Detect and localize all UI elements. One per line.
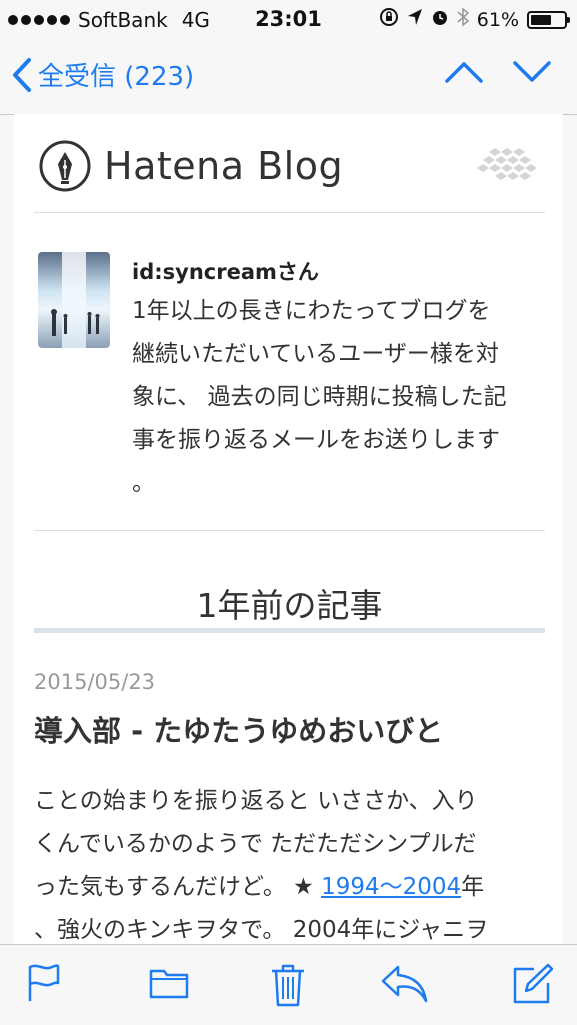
back-button[interactable]: 全受信 (223) (12, 56, 194, 93)
battery-icon (527, 10, 570, 29)
blog-logo-text: Hatena Blog (104, 144, 344, 188)
article-card[interactable]: 2015/05/23 導入部 - たゆたうゆめおいびと ことの始まりを振り返ると… (34, 654, 545, 944)
excerpt-line: くんでいるかのようで ただただシンプルだ (34, 831, 477, 857)
intro-line: 継続いただいているユーザー様を対 (132, 341, 499, 367)
excerpt-link[interactable]: 1994〜2004 (321, 874, 461, 900)
section-title: 1年前の記事 (196, 586, 383, 625)
excerpt-line: 、強火のキンキヲタで。 2004年にジャニヲ (34, 917, 489, 943)
rotation-lock-icon (379, 7, 399, 32)
message-navigation (445, 60, 551, 84)
chevron-down-icon (513, 61, 551, 82)
compose-button[interactable] (512, 963, 554, 1009)
trash-icon (272, 964, 304, 1007)
intro-message: 1年以上の長きにわたってブログを 継続いただいているユーザー様を対 象に、 過去… (132, 290, 552, 505)
email-body[interactable]: Hatena Blog id:syncreamさん 1年以上の長きにわたってブロ… (14, 114, 563, 944)
section-heading: 1年前の記事 (34, 534, 545, 634)
reply-button[interactable] (380, 963, 428, 1007)
intro-line: 1年以上の長きにわたってブログを (132, 298, 491, 324)
article-date: 2015/05/23 (34, 670, 156, 694)
avatar (38, 252, 110, 348)
intro-line: 。 (132, 470, 155, 496)
previous-message-button[interactable] (445, 60, 483, 84)
excerpt-text: った気もするんだけど。 ★ (34, 874, 322, 900)
user-id: id:syncreamさん (132, 260, 319, 284)
intro-section: id:syncreamさん 1年以上の長きにわたってブログを 継続いただいている… (34, 212, 545, 531)
flag-button[interactable] (26, 963, 62, 1007)
section-divider (34, 628, 545, 633)
mail-nav-bar: 全受信 (223) (0, 40, 577, 115)
excerpt-line: ことの始まりを振り返ると いささか、入り (34, 788, 478, 814)
chevron-left-icon (13, 57, 31, 92)
diamond-pattern-icon (475, 146, 545, 190)
move-to-folder-button[interactable] (148, 963, 190, 1005)
battery-percent: 61% (476, 8, 519, 31)
status-right: 61% (379, 7, 570, 32)
bluetooth-icon (457, 7, 470, 32)
excerpt-line: った気もするんだけど。 ★ 1994〜2004年 (34, 866, 545, 909)
reply-icon (381, 965, 428, 1003)
flag-icon (28, 964, 60, 1001)
intro-line: 事を振り返るメールをお送りします (132, 427, 500, 453)
intro-line: 象に、 過去の同じ時期に投稿した記 (132, 384, 507, 410)
article-excerpt: ことの始まりを振り返ると いささか、入り くんでいるかのようで ただただシンプル… (34, 780, 545, 944)
back-label: 全受信 (223) (38, 62, 195, 92)
location-icon (407, 8, 423, 31)
compose-icon (513, 963, 554, 1004)
delete-button[interactable] (270, 963, 306, 1011)
hatena-pen-logo-icon (39, 140, 91, 196)
folder-icon (149, 969, 189, 999)
excerpt-text: 年 (461, 874, 485, 900)
alarm-icon (431, 8, 449, 31)
blog-header: Hatena Blog (34, 134, 545, 213)
article-title[interactable]: 導入部 - たゆたうゆめおいびと (34, 708, 545, 750)
mail-toolbar (0, 944, 577, 1025)
next-message-button[interactable] (513, 60, 551, 84)
chevron-up-icon (445, 62, 483, 83)
status-bar: SoftBank 4G 23:01 61% (0, 0, 577, 40)
